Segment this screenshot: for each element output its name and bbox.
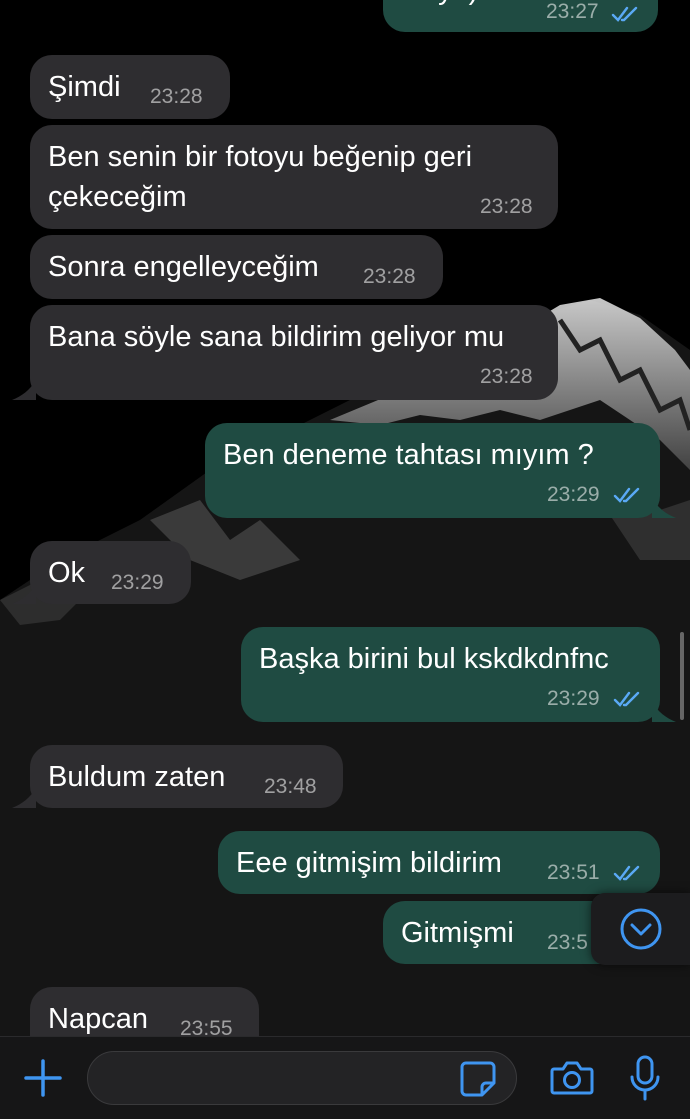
chat-scrollbar[interactable] bbox=[680, 632, 684, 720]
message-time: 23:28 bbox=[480, 195, 533, 218]
bubble-tail bbox=[12, 788, 36, 808]
message-text: Ben senin bir fotoyu beğenip geri çekece… bbox=[48, 141, 473, 213]
bubble-tail bbox=[12, 584, 36, 604]
microphone-icon[interactable] bbox=[628, 1055, 662, 1103]
message-time: 23:29 bbox=[547, 687, 600, 710]
message-time: 23:27 bbox=[546, 0, 599, 23]
message-bubble-outgoing[interactable]: Başka birini bul kskdkdnfnc 23:29 bbox=[241, 627, 660, 722]
sticker-icon[interactable] bbox=[458, 1059, 498, 1099]
message-time: 23:28 bbox=[150, 85, 203, 108]
read-receipt-icon bbox=[613, 487, 640, 503]
message-text: Bana söyle sana bildirim geliyor mu bbox=[48, 321, 505, 353]
message-bubble-incoming[interactable]: Buldum zaten 23:48 bbox=[30, 745, 343, 808]
plus-icon[interactable] bbox=[22, 1057, 64, 1099]
read-receipt-icon bbox=[613, 865, 640, 881]
message-bubble-incoming[interactable]: Şimdi 23:28 bbox=[30, 55, 230, 119]
message-bubble-incoming[interactable]: Ben senin bir fotoyu beğenip geri çekece… bbox=[30, 125, 558, 229]
message-time: 23:29 bbox=[547, 483, 600, 506]
read-receipt-icon bbox=[611, 6, 638, 22]
message-bubble-incoming[interactable]: Ok 23:29 bbox=[30, 541, 191, 604]
message-time: 23:28 bbox=[363, 265, 416, 288]
composer-bar bbox=[0, 1036, 690, 1119]
message-bubble-incoming[interactable]: Sonra engelleyceğim 23:28 bbox=[30, 235, 443, 299]
read-receipt-icon bbox=[613, 691, 640, 707]
message-text: Ben deneme tahtası mıyım ? bbox=[223, 439, 594, 471]
chevron-down-circle-icon bbox=[620, 908, 662, 950]
message-time: 23:29 bbox=[111, 571, 164, 594]
message-bubble-outgoing[interactable]: Ben deneme tahtası mıyım ? 23:29 bbox=[205, 423, 660, 518]
message-text: Hey :) bbox=[401, 0, 478, 10]
message-time: 23:28 bbox=[480, 365, 533, 388]
message-input[interactable] bbox=[87, 1051, 517, 1105]
message-time: 23:51 bbox=[547, 861, 600, 884]
message-bubble-incoming[interactable]: Napcan 23:55 bbox=[30, 987, 259, 1036]
message-bubble-outgoing[interactable]: Hey :) 23:27 bbox=[383, 0, 658, 32]
message-bubble-outgoing[interactable]: Eee gitmişim bildirim 23:51 bbox=[218, 831, 660, 894]
message-time: 23:48 bbox=[264, 775, 317, 798]
message-time: 23:55 bbox=[180, 1017, 233, 1036]
message-time: 23:5 bbox=[547, 931, 588, 954]
camera-icon[interactable] bbox=[550, 1059, 594, 1097]
bubble-tail bbox=[652, 498, 676, 518]
bubble-tail bbox=[652, 702, 676, 722]
message-bubble-incoming[interactable]: Bana söyle sana bildirim geliyor mu 23:2… bbox=[30, 305, 558, 400]
chat-area[interactable]: Hey :) 23:27 Şimdi 23:28 Ben senin bir f… bbox=[0, 0, 690, 1036]
message-text: Başka birini bul kskdkdnfnc bbox=[259, 643, 609, 675]
scroll-to-bottom-button[interactable] bbox=[591, 893, 690, 965]
bubble-tail bbox=[12, 380, 36, 400]
